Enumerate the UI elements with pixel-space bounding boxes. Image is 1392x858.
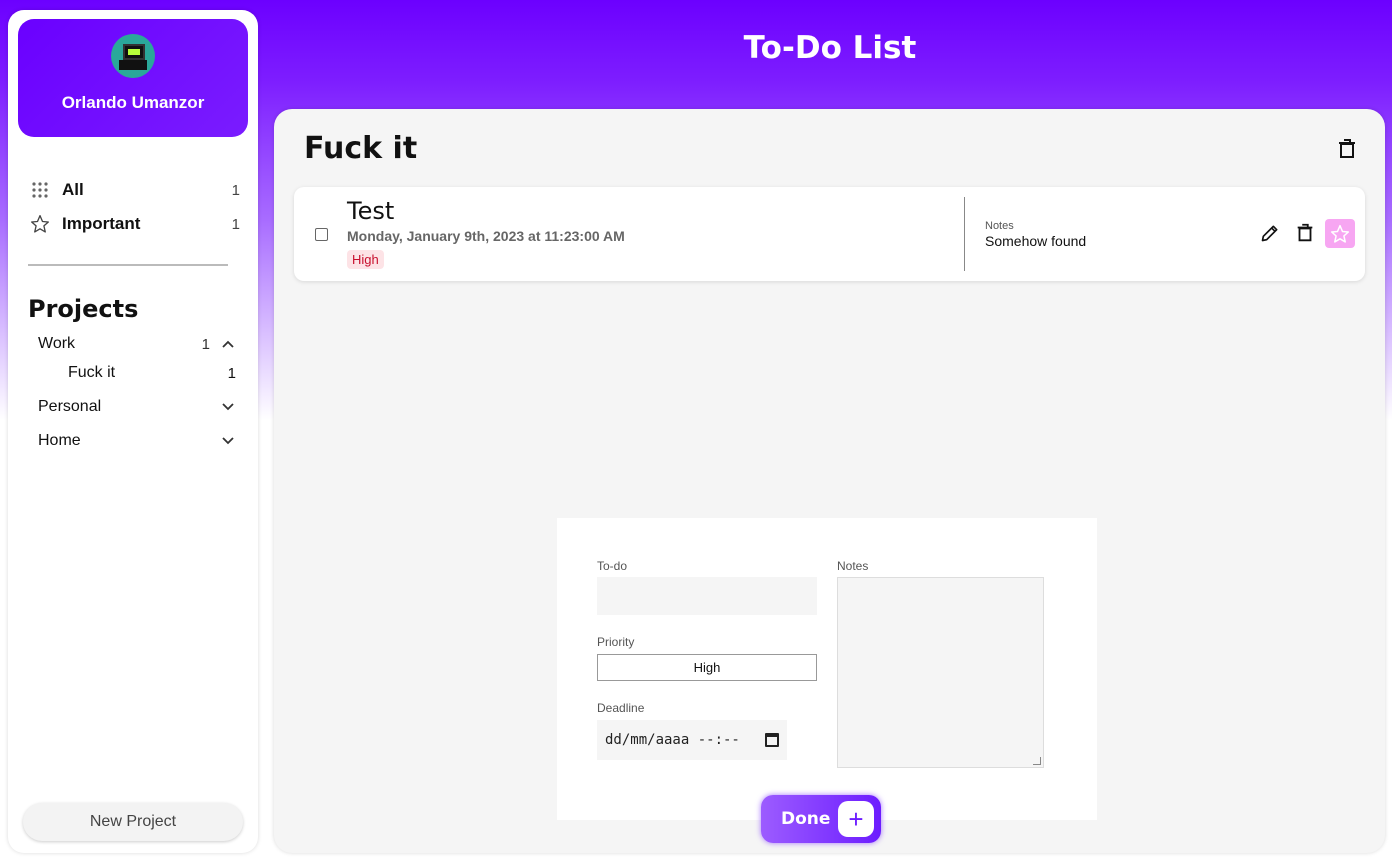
done-label: Done [781,809,831,829]
priority-select[interactable]: High [597,654,817,681]
project-personal[interactable]: Personal [38,395,238,419]
notes-label: Notes [985,220,1014,232]
subproject-count: 1 [227,364,236,382]
edit-icon[interactable] [1258,221,1282,245]
project-label: Work [38,335,76,352]
star-icon [28,212,52,236]
project-label: Personal [38,398,102,415]
resize-handle-icon[interactable] [1033,757,1041,765]
todo-title: Test [347,197,395,225]
delete-project-icon[interactable] [1335,137,1359,161]
notes-textarea[interactable] [837,577,1044,768]
done-button[interactable]: Done + [761,795,881,843]
chevron-down-icon[interactable] [218,432,238,450]
chevron-up-icon[interactable] [218,335,238,353]
nav-item-count: 1 [231,181,240,199]
todo-input[interactable] [597,577,817,615]
todo-item: Test Monday, January 9th, 2023 at 11:23:… [294,187,1365,281]
deadline-input[interactable]: dd/mm/aaaa --:-- [597,720,787,760]
deadline-placeholder: dd/mm/aaaa --:-- [605,732,740,748]
star-toggle-icon[interactable] [1325,219,1355,248]
project-work[interactable]: Work 1 [38,332,238,356]
delete-icon[interactable] [1293,221,1317,245]
nav-item-count: 1 [231,215,240,233]
plus-icon[interactable]: + [838,801,874,837]
project-home[interactable]: Home [38,429,238,453]
app-title: To-Do List [743,30,917,66]
project-label: Home [38,432,81,449]
nav-item-all[interactable]: All 1 [28,177,240,203]
calendar-icon[interactable] [765,733,779,747]
nav-item-important[interactable]: Important 1 [28,211,240,237]
project-count: 1 [201,335,210,353]
todo-field-label: To-do [597,559,628,573]
notes-field-label: Notes [837,559,869,573]
divider [964,197,965,271]
chevron-down-icon[interactable] [218,398,238,416]
projects-title: Projects [28,295,139,323]
new-project-button[interactable]: New Project [23,803,243,841]
profile-name: Orlando Umanzor [61,93,205,112]
new-todo-form: To-do Priority High Deadline dd/mm/aaaa … [557,518,1097,820]
nav-item-label: All [62,180,84,199]
priority-field-label: Priority [597,635,635,649]
profile-card: Orlando Umanzor [18,19,248,137]
page-title: Fuck it [304,131,418,166]
divider [28,264,228,266]
priority-badge: High [347,250,384,269]
notes-text: Somehow found [985,233,1087,249]
avatar [111,34,155,78]
subproject-label: Fuck it [68,364,116,381]
deadline-field-label: Deadline [597,701,645,715]
sidebar: Orlando Umanzor All 1 Important 1 Projec… [8,10,258,853]
nav-item-label: Important [62,214,141,233]
todo-date: Monday, January 9th, 2023 at 11:23:00 AM [347,228,625,244]
subproject-fuck-it[interactable]: Fuck it 1 [68,361,236,385]
grid-icon [28,178,52,202]
todo-checkbox[interactable] [315,228,328,241]
